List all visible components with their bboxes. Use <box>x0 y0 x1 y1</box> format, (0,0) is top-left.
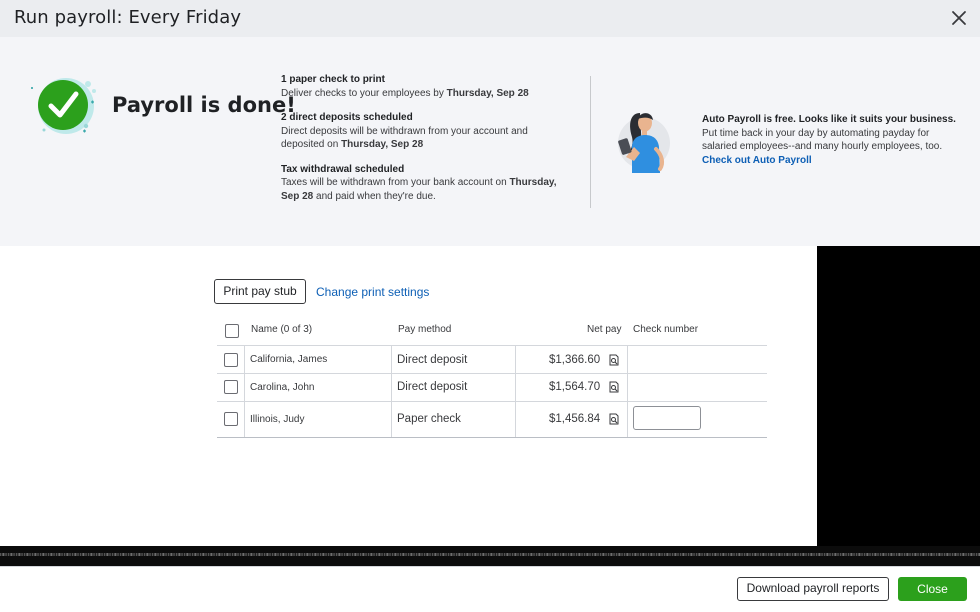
download-payroll-reports-button[interactable]: Download payroll reports <box>737 577 889 601</box>
row-checkbox[interactable] <box>224 412 238 426</box>
employee-name: Carolina, John <box>250 382 315 393</box>
net-pay: $1,366.60 <box>549 354 601 366</box>
paystub-preview-icon[interactable] <box>608 354 620 366</box>
step-tax-withdrawal: Tax withdrawal scheduled Taxes will be w… <box>281 163 561 204</box>
pay-method: Paper check <box>397 413 461 425</box>
close-icon[interactable] <box>950 9 968 27</box>
check-number-input[interactable] <box>633 406 701 430</box>
step-title: 2 direct deposits scheduled <box>281 112 413 123</box>
paystub-preview-icon[interactable] <box>608 381 620 393</box>
select-all-checkbox[interactable] <box>225 324 239 338</box>
auto-payroll-promo: Auto Payroll is free. Looks like it suit… <box>702 113 964 167</box>
table-row: Carolina, John Direct deposit $1,564.70 <box>217 374 767 402</box>
paystub-preview-icon[interactable] <box>608 413 620 425</box>
step-direct-deposits: 2 direct deposits scheduled Direct depos… <box>281 111 561 152</box>
dialog-title: Run payroll: Every Friday <box>14 7 242 28</box>
column-header-name[interactable]: Name (0 of 3) <box>251 324 312 335</box>
woman-with-tablet-illustration <box>618 113 670 173</box>
noise-band <box>0 546 980 566</box>
payroll-done-headline: Payroll is done! <box>112 93 296 117</box>
print-pay-stub-button[interactable]: Print pay stub <box>214 279 306 304</box>
noise-line <box>0 553 980 556</box>
checkmark-circle-icon <box>31 78 96 134</box>
step-text: Deliver checks to your employees by Thur… <box>281 87 529 99</box>
banner-divider <box>590 76 591 208</box>
employee-name: Illinois, Judy <box>250 414 305 425</box>
pay-method: Direct deposit <box>397 354 468 366</box>
pay-method: Direct deposit <box>397 381 468 393</box>
black-overlay-region <box>817 246 980 548</box>
promo-title: Auto Payroll is free. Looks like it suit… <box>702 114 956 125</box>
auto-payroll-link[interactable]: Check out Auto Payroll <box>702 154 964 168</box>
table-row: California, James Direct deposit $1,366.… <box>217 346 767 374</box>
promo-text: Put time back in your day by automating … <box>702 127 943 153</box>
step-text: Direct deposits will be withdrawn from y… <box>281 125 528 151</box>
payroll-steps-summary: 1 paper check to print Deliver checks to… <box>281 73 561 214</box>
column-header-check-number[interactable]: Check number <box>633 324 698 335</box>
column-header-net-pay[interactable]: Net pay <box>587 324 621 335</box>
row-checkbox[interactable] <box>224 353 238 367</box>
step-title: Tax withdrawal scheduled <box>281 163 405 175</box>
dialog-header: Run payroll: Every Friday <box>0 0 980 37</box>
net-pay: $1,456.84 <box>549 413 601 425</box>
change-print-settings-link[interactable]: Change print settings <box>316 285 429 299</box>
close-button[interactable]: Close <box>898 577 967 601</box>
step-paper-check: 1 paper check to print Deliver checks to… <box>281 73 561 100</box>
row-checkbox[interactable] <box>224 380 238 394</box>
net-pay: $1,564.70 <box>549 381 601 393</box>
employee-name: California, James <box>250 354 328 365</box>
step-title: 1 paper check to print <box>281 74 385 85</box>
column-header-pay-method[interactable]: Pay method <box>398 324 451 335</box>
step-text: Taxes will be withdrawn from your bank a… <box>281 177 557 202</box>
